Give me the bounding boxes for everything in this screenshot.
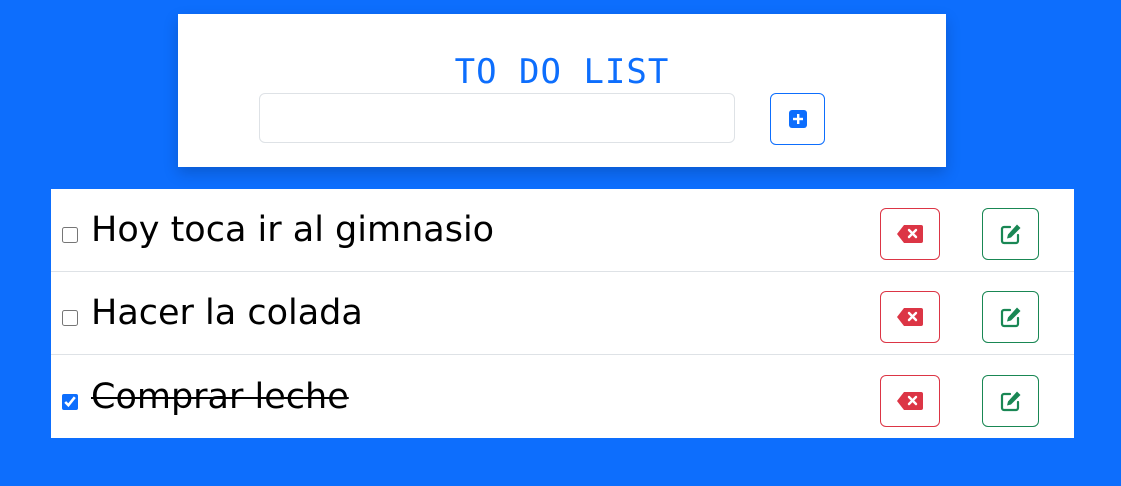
page-title: TO DO LIST: [454, 52, 670, 92]
task-checkbox[interactable]: [62, 227, 78, 243]
delete-task-button[interactable]: [880, 208, 940, 260]
task-list: Hoy toca ir al gimnasio Hacer la colada: [51, 189, 1074, 438]
edit-task-button[interactable]: [982, 291, 1039, 343]
task-checkbox[interactable]: [62, 394, 78, 410]
edit-task-button[interactable]: [982, 208, 1039, 260]
add-task-button[interactable]: [770, 93, 825, 145]
pencil-square-icon: [1000, 223, 1022, 245]
edit-task-button[interactable]: [982, 375, 1039, 427]
list-item: Hacer la colada: [51, 272, 1074, 355]
delete-task-button[interactable]: [880, 375, 940, 427]
pencil-square-icon: [1000, 306, 1022, 328]
backspace-x-icon: [897, 392, 923, 410]
new-task-input[interactable]: [259, 93, 735, 143]
header-card: TO DO LIST: [178, 14, 946, 167]
task-text: Comprar leche: [91, 377, 349, 417]
task-text: Hoy toca ir al gimnasio: [91, 210, 495, 250]
task-checkbox[interactable]: [62, 310, 78, 326]
pencil-square-icon: [1000, 390, 1022, 412]
plus-square-icon: [788, 110, 807, 128]
backspace-x-icon: [897, 308, 923, 326]
delete-task-button[interactable]: [880, 291, 940, 343]
list-item: Comprar leche: [51, 355, 1074, 438]
backspace-x-icon: [897, 225, 923, 243]
task-text: Hacer la colada: [91, 293, 363, 333]
list-item: Hoy toca ir al gimnasio: [51, 189, 1074, 272]
